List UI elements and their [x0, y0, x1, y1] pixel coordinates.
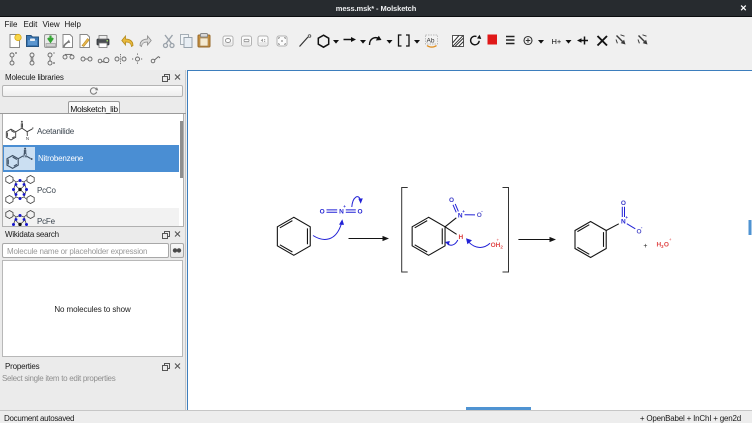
svg-text:-: - [481, 209, 483, 215]
svg-text:H: H [458, 234, 463, 241]
svg-text:N: N [26, 136, 29, 141]
svg-text:+: + [496, 238, 499, 243]
svg-text:+: + [343, 204, 346, 209]
svg-text:+: + [462, 209, 465, 214]
svg-text:+: + [625, 215, 628, 220]
svg-text:O: O [449, 197, 454, 204]
svg-text:Ab: Ab [427, 38, 435, 45]
svg-text:O: O [357, 209, 362, 216]
svg-text:O: O [664, 241, 669, 248]
svg-text:2: 2 [500, 245, 503, 250]
svg-text:O: O [621, 200, 626, 207]
svg-text:N: N [339, 208, 344, 215]
svg-text:-: - [641, 225, 643, 231]
svg-text:+: + [669, 237, 672, 242]
svg-text:H+: H+ [552, 37, 562, 46]
svg-text:N: N [23, 153, 27, 159]
svg-text:O: O [320, 208, 325, 215]
svg-text:OH: OH [491, 242, 501, 249]
svg-text:+: + [643, 243, 647, 250]
